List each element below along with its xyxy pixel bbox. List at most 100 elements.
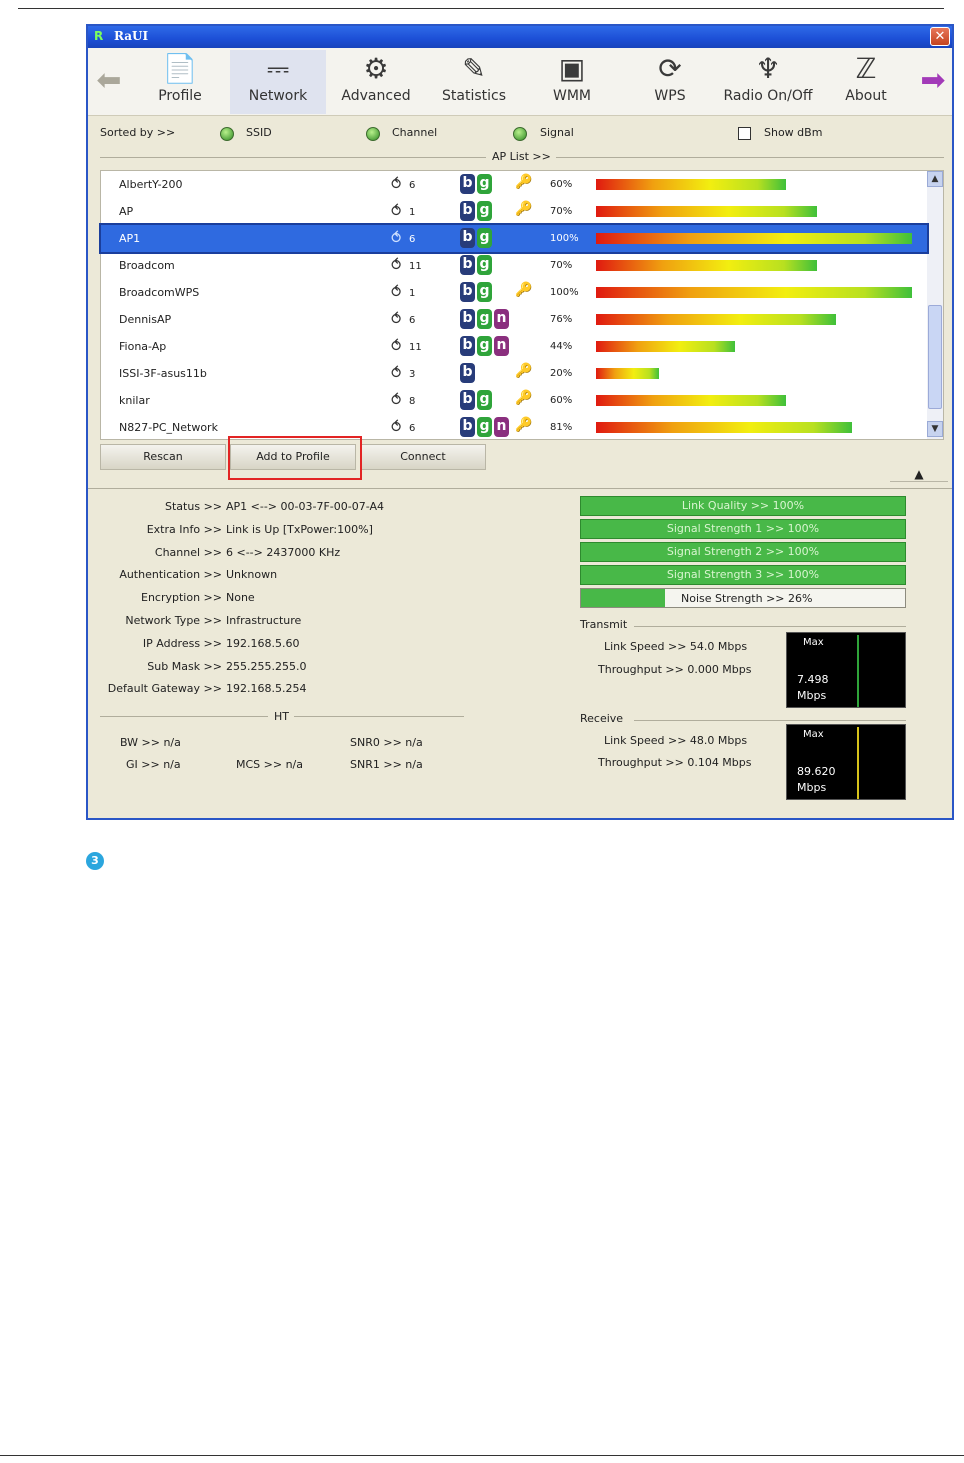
scroll-up-icon[interactable]: ▲ [927, 171, 943, 187]
title-bar[interactable]: R RaUI ✕ [88, 26, 952, 48]
receive-max-value: 89.620 [797, 765, 836, 778]
ap-channel: 6 [409, 234, 416, 245]
mode-b-badge: b [460, 228, 475, 248]
ht-title: HT [274, 710, 289, 723]
toolbar-item-label: Advanced [341, 88, 411, 104]
ap-channel: 1 [409, 207, 416, 218]
noise-strength-text: Noise Strength >> 26% [681, 592, 813, 605]
scroll-down-icon[interactable]: ▼ [927, 421, 943, 437]
mode-g-badge: g [477, 282, 492, 302]
sort-channel-radio[interactable] [366, 127, 380, 141]
signal-bar [596, 341, 735, 352]
toolbar-radio-on-off-button[interactable]: ♆ Radio On/Off [720, 50, 816, 114]
back-arrow-icon[interactable]: ⬅ [92, 64, 126, 98]
ap-row[interactable]: ISSI-3F-asus11b ⥀ 3 b 🔑 20% [101, 360, 927, 387]
receive-max-label: Max [803, 729, 824, 740]
key-icon: 🔑 [515, 201, 533, 217]
close-icon[interactable]: ✕ [930, 27, 950, 46]
mode-b-badge: b [460, 255, 475, 275]
sort-signal-radio[interactable] [513, 127, 527, 141]
ht-snr0: SNR0 >> n/a [350, 736, 423, 749]
transmit-unit: Mbps [797, 689, 827, 702]
channel-icon: ⥀ [391, 310, 402, 328]
channel-icon: ⥀ [391, 283, 402, 301]
rescan-button[interactable]: Rescan [100, 444, 226, 470]
show-dbm-checkbox[interactable] [738, 127, 751, 140]
signal-bar [596, 314, 836, 325]
profile-icon: 📄 [162, 52, 198, 85]
sorted-by-label: Sorted by >> [100, 126, 176, 139]
ap-row[interactable]: Fiona-Ap ⥀ 11 b g n 44% [101, 333, 927, 360]
transmit-max-value: 7.498 [797, 673, 829, 686]
mode-b-badge: b [460, 309, 475, 329]
toolbar-profile-button[interactable]: 📄 Profile [132, 50, 228, 114]
info-value: 192.168.5.254 [226, 682, 307, 696]
radio-icon: ♆ [755, 52, 781, 85]
ap-signal-percent: 76% [550, 314, 573, 325]
show-dbm-label: Show dBm [764, 126, 823, 139]
add-to-profile-highlight [228, 436, 362, 480]
transmit-link-speed: Link Speed >> 54.0 Mbps [604, 640, 748, 653]
ap-channel: 11 [409, 261, 422, 272]
legend-line-left [100, 157, 486, 158]
toolbar-wmm-button[interactable]: ▣ WMM [524, 50, 620, 114]
channel-icon: ⥀ [391, 256, 402, 274]
mode-b-badge: b [460, 390, 475, 410]
ap-row[interactable]: DennisAP ⥀ 6 b g n 76% [101, 306, 927, 333]
ap-channel: 3 [409, 369, 416, 380]
toolbar-network-button[interactable]: ⎓ Network [230, 50, 326, 114]
transmit-graph: Max 7.498 Mbps [786, 632, 906, 708]
channel-icon: ⥀ [391, 337, 402, 355]
info-label: Authentication >> [119, 568, 222, 582]
toolbar-item-label: Network [248, 88, 308, 104]
info-label: IP Address >> [142, 636, 222, 650]
sort-bar: Sorted by >> SSID Channel Signal Show dB… [88, 118, 952, 142]
ap-row[interactable]: AP1 ⥀ 6 b g 100% [99, 223, 929, 254]
collapse-icon[interactable]: ▲ [890, 468, 948, 482]
channel-icon: ⥀ [391, 175, 402, 193]
forward-arrow-icon[interactable]: ➡ [916, 64, 950, 98]
ap-signal-percent: 44% [550, 341, 573, 352]
sort-ssid-radio[interactable] [220, 127, 234, 141]
ap-channel: 1 [409, 288, 416, 299]
mode-b-badge: b [460, 282, 475, 302]
signal-bar [596, 368, 659, 379]
ap-row[interactable]: knilar ⥀ 8 b g 🔑 60% [101, 387, 927, 414]
toolbar-advanced-button[interactable]: ⚙ Advanced [328, 50, 424, 114]
toolbar-wps-button[interactable]: ⟳ WPS [622, 50, 718, 114]
connect-button[interactable]: Connect [360, 444, 486, 470]
ap-row[interactable]: AP ⥀ 1 b g 🔑 70% [101, 198, 927, 225]
key-icon: 🔑 [515, 417, 533, 433]
signal-strength-bar: Signal Strength 3 >> 100% [580, 565, 906, 585]
ap-signal-percent: 60% [550, 179, 573, 190]
receive-graph: Max 89.620 Mbps [786, 724, 906, 800]
link-quality-bar: Link Quality >> 100% [580, 496, 906, 516]
toolbar-about-button[interactable]: ℤ About [818, 50, 914, 114]
ap-signal-percent: 100% [550, 233, 579, 244]
info-value: Link is Up [TxPower:100%] [226, 522, 373, 536]
ap-row[interactable]: AlbertY-200 ⥀ 6 b g 🔑 60% [101, 171, 927, 198]
mode-n-badge: n [494, 309, 509, 329]
ap-list[interactable]: ▲ ▼ AlbertY-200 ⥀ 6 b g 🔑 60% AP ⥀ 1 b g 🔑 70% AP1 ⥀ 6 b g… [99, 170, 944, 441]
ap-row[interactable]: BroadcomWPS ⥀ 1 b g 🔑 100% [101, 279, 927, 306]
channel-icon: ⥀ [391, 202, 402, 220]
info-label: Encryption >> [141, 591, 222, 605]
info-value: 6 <--> 2437000 KHz [226, 545, 341, 559]
toolbar-item-label: WPS [654, 88, 686, 104]
ap-ssid: AP [119, 205, 134, 218]
ht-gi: GI >> n/a [126, 758, 181, 771]
scroll-thumb[interactable] [928, 305, 942, 409]
ap-ssid: BroadcomWPS [119, 286, 200, 299]
channel-icon: ⥀ [391, 364, 402, 382]
ap-channel: 11 [409, 342, 422, 353]
ap-row[interactable]: Broadcom ⥀ 11 b g 70% [101, 252, 927, 279]
info-label: Channel >> [154, 545, 222, 559]
mode-n-badge: n [494, 417, 509, 437]
ap-list-legend: AP List >> [88, 150, 952, 164]
raui-window: R RaUI ✕ ⬅ 📄 Profile ⎓ Network ⚙ Advanced ✎ Sta… [86, 24, 954, 820]
ap-row[interactable]: N827-PC_Network ⥀ 6 b g n 🔑 81% [101, 414, 927, 441]
toolbar-statistics-button[interactable]: ✎ Statistics [426, 50, 522, 114]
ap-list-scrollbar[interactable]: ▲ ▼ [927, 171, 943, 439]
receive-unit: Mbps [797, 781, 827, 794]
sort-channel-label: Channel [392, 126, 438, 139]
